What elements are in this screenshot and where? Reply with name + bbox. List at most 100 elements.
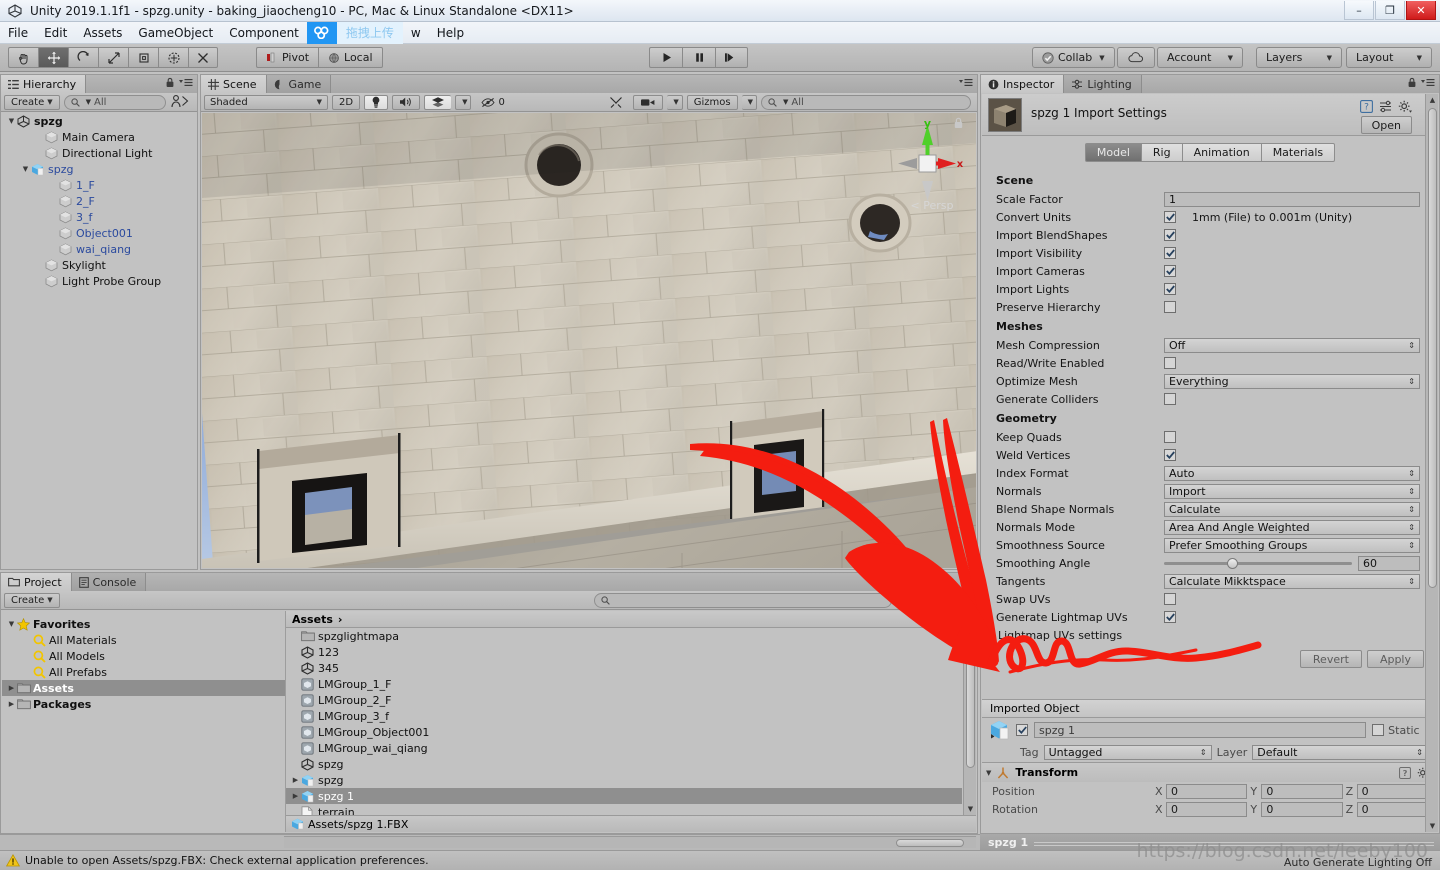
foldout-arrow[interactable]: ▼ [20, 165, 31, 173]
scene-view-gizmo[interactable]: y x < Persp [892, 117, 964, 212]
project-tree-item-packages[interactable]: ▶ Packages [2, 696, 285, 712]
setting-slider-smoothing-angle[interactable] [1164, 557, 1352, 569]
tab-game[interactable]: Game [266, 75, 332, 93]
setting-dropdown-normals-mode[interactable]: Area And Angle Weighted ⇕ [1164, 519, 1420, 535]
project-search-input[interactable] [594, 592, 892, 608]
asset-row[interactable]: LMGroup_3_f [286, 708, 962, 724]
scene-viewport[interactable]: y x < Persp [202, 113, 976, 568]
help-icon[interactable]: ? [1399, 766, 1411, 779]
tab-lighting[interactable]: Lighting [1064, 75, 1142, 93]
setting-dropdown-optimize-mesh[interactable]: Everything ⇕ [1164, 373, 1420, 389]
asset-row[interactable]: ▶ spzg [286, 772, 962, 788]
draw-mode-dropdown[interactable]: Shaded ▼ [204, 94, 328, 110]
menu-item-assets[interactable]: Assets [75, 24, 130, 42]
hierarchy-item-main-camera[interactable]: Main Camera [2, 129, 196, 145]
hierarchy-item-spzg[interactable]: ▼ spzg [2, 161, 196, 177]
setting-checkbox-generate-lightmap-uvs[interactable] [1164, 611, 1176, 623]
project-hscrollbar[interactable] [284, 836, 976, 848]
hierarchy-list[interactable]: ▼ spzg Main Camera Directional Light ▼ spzg 1_… [2, 113, 196, 568]
asset-row[interactable]: LMGroup_1_F [286, 676, 962, 692]
hierarchy-item-directional-light[interactable]: Directional Light [2, 145, 196, 161]
tab-materials[interactable]: Materials [1260, 143, 1336, 162]
hierarchy-item-wai-qiang[interactable]: wai_qiang [2, 241, 196, 257]
inspector-scroll-thumb[interactable] [1428, 108, 1437, 588]
setting-checkbox-import-lights[interactable] [1164, 283, 1176, 295]
tab-model[interactable]: Model [1084, 143, 1141, 162]
account-button[interactable]: Account ▼ [1157, 47, 1243, 68]
gizmos-dropdown[interactable]: ▼ [741, 94, 757, 110]
panel-menu-icon[interactable] [179, 77, 193, 88]
tag-dropdown[interactable]: Untagged ⇕ [1043, 744, 1212, 760]
transform-component-header[interactable]: ▼ Transform ? [982, 762, 1438, 782]
foldout-arrow[interactable]: ▼ [6, 117, 17, 125]
toggle-2d-button[interactable]: 2D [332, 94, 361, 110]
move-tool-button[interactable] [38, 47, 68, 68]
hierarchy-search-input[interactable]: ▼ All [63, 94, 166, 110]
menu-item-window[interactable]: w [403, 24, 429, 42]
breadcrumb[interactable]: Assets › [286, 611, 976, 628]
pivot-toggle[interactable]: Pivot [256, 47, 319, 68]
asset-row[interactable]: spzg [286, 756, 962, 772]
tab-scene[interactable]: Scene [201, 75, 267, 93]
assets-scroll-thumb[interactable] [966, 642, 975, 768]
position-y-field[interactable]: 0 [1261, 783, 1343, 799]
menu-item-gameobject[interactable]: GameObject [130, 24, 221, 42]
asset-row[interactable]: LMGroup_2_F [286, 692, 962, 708]
setting-checkbox-generate-colliders[interactable] [1164, 393, 1176, 405]
foldout-arrow[interactable]: ▶ [6, 684, 17, 692]
hierarchy-item-2-f[interactable]: 2_F [2, 193, 196, 209]
scene-search-input[interactable]: ▼ All [761, 94, 971, 110]
scroll-down-arrow[interactable]: ▼ [964, 803, 976, 815]
foldout-arrow[interactable]: ▶ [290, 792, 301, 800]
asset-row[interactable]: LMGroup_wai_qiang [286, 740, 962, 756]
setting-dropdown-mesh-compression[interactable]: Off ⇕ [1164, 337, 1420, 353]
layer-dropdown[interactable]: Default ⇕ [1252, 744, 1428, 760]
hierarchy-item-spzg[interactable]: ▼ spzg [2, 113, 196, 129]
menu-item-component[interactable]: Component [221, 24, 307, 42]
collab-button[interactable]: Collab ▼ [1032, 47, 1115, 68]
project-tree-item-all-prefabs[interactable]: All Prefabs [2, 664, 285, 680]
project-create-button[interactable]: Create ▼ [4, 592, 60, 608]
asset-row[interactable]: LMGroup_Object001 [286, 724, 962, 740]
setting-checkbox-keep-quads[interactable] [1164, 431, 1176, 443]
asset-row[interactable]: 123 [286, 644, 962, 660]
hand-tool-button[interactable] [8, 47, 38, 68]
project-tree-item-all-models[interactable]: All Models [2, 648, 285, 664]
rect-tool-button[interactable] [128, 47, 158, 68]
project-assets[interactable]: Assets › spzglightmapa 123 345 LMGroup_1_F L… [286, 611, 976, 832]
scene-lighting-toggle[interactable] [364, 94, 389, 110]
play-button[interactable] [649, 47, 682, 68]
asset-row[interactable]: 345 [286, 660, 962, 676]
project-tree-item-favorites[interactable]: ▼ Favorites [2, 616, 285, 632]
foldout-arrow[interactable]: ▶ [986, 631, 998, 639]
close-button[interactable]: ✕ [1406, 1, 1436, 20]
preset-icon[interactable] [1379, 100, 1392, 113]
step-button[interactable] [715, 47, 748, 68]
object-name-field[interactable]: spzg 1 [1034, 722, 1367, 738]
scale-tool-button[interactable] [98, 47, 128, 68]
minimize-button[interactable]: – [1344, 1, 1374, 20]
setting-dropdown-index-format[interactable]: Auto ⇕ [1164, 465, 1420, 481]
setting-dropdown-smoothness-source[interactable]: Prefer Smoothing Groups ⇕ [1164, 537, 1420, 553]
custom-tool-button[interactable] [188, 47, 218, 68]
tab-rig[interactable]: Rig [1140, 143, 1182, 162]
tab-animation[interactable]: Animation [1181, 143, 1261, 162]
setting-checkbox-import-visibility[interactable] [1164, 247, 1176, 259]
setting-dropdown-blend-shape-normals[interactable]: Calculate ⇕ [1164, 501, 1420, 517]
scene-fx-toggle[interactable] [424, 94, 452, 110]
hierarchy-item-1-f[interactable]: 1_F [2, 177, 196, 193]
project-tree-item-assets[interactable]: ▶ Assets [2, 680, 285, 696]
asset-row[interactable]: terrain [286, 804, 962, 815]
tab-console[interactable]: Console [71, 573, 147, 591]
menu-item-edit[interactable]: Edit [36, 24, 75, 42]
rotate-tool-button[interactable] [68, 47, 98, 68]
foldout-arrow[interactable]: ▶ [290, 776, 301, 784]
scroll-up-arrow[interactable]: ▲ [964, 628, 976, 640]
project-hscroll-thumb[interactable] [896, 839, 964, 847]
project-tree[interactable]: ▼ Favorites All Materials All Models All Pre… [2, 611, 286, 832]
pause-button[interactable] [682, 47, 715, 68]
scene-gizmo-lock-icon[interactable] [953, 117, 964, 132]
tab-project[interactable]: Project [1, 573, 72, 591]
menu-item-file[interactable]: File [0, 24, 36, 42]
menu-item-help[interactable]: Help [429, 24, 472, 42]
